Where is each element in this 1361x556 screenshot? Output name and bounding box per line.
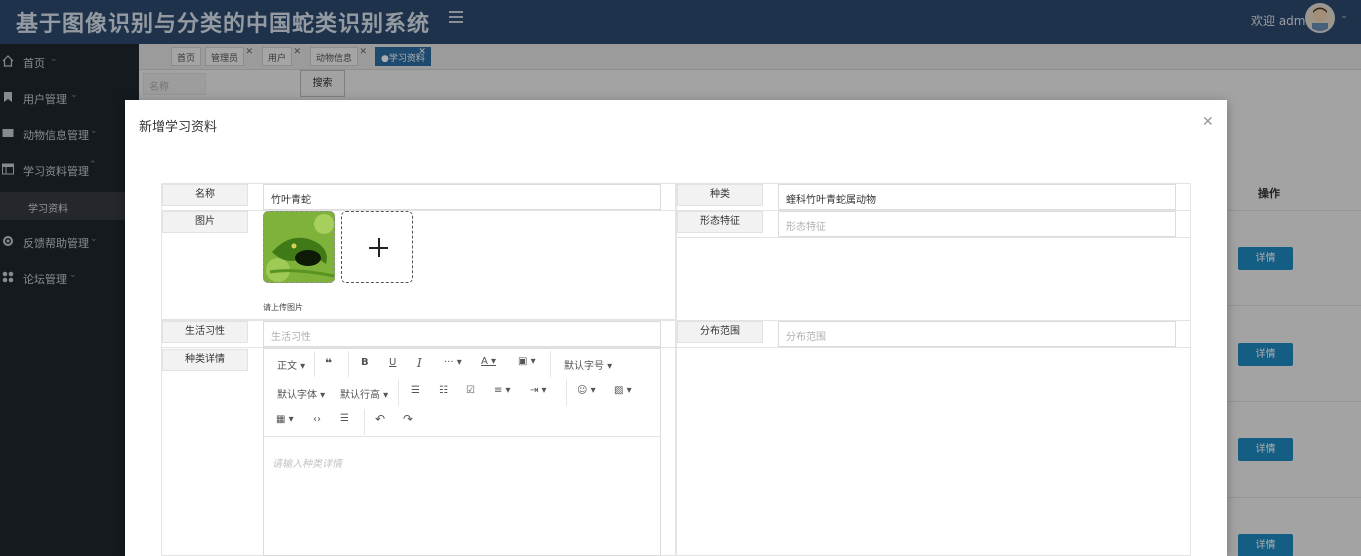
morph-row-frame (676, 210, 1191, 238)
undo-icon[interactable]: ↶ (375, 412, 385, 426)
quote-icon[interactable]: ❝ (325, 356, 332, 370)
line-height-label: 默认行高 (340, 390, 380, 401)
align-icon[interactable]: ≡ ▾ (494, 385, 511, 396)
bold-icon[interactable]: B (361, 357, 369, 368)
species-label: 种类 (677, 184, 763, 206)
bulleted-list-icon[interactable]: ☰ (411, 385, 420, 396)
divider (550, 351, 551, 377)
code-icon[interactable]: ‹› (313, 414, 321, 425)
indent-icon[interactable]: ⇥ ▾ (530, 385, 547, 396)
snake-image[interactable] (263, 211, 335, 283)
paragraph-select[interactable]: 正文 ▾ (277, 357, 305, 372)
paragraph-label: 正文 (277, 361, 297, 372)
image-icon[interactable]: ▨ ▾ (614, 385, 632, 396)
form-right-frame (676, 183, 1191, 556)
underline-icon[interactable]: U (389, 357, 396, 368)
editor-placeholder[interactable]: 请输入种类详情 (272, 455, 342, 470)
more-icon[interactable]: ··· ▾ (444, 357, 462, 368)
name-label: 名称 (162, 184, 248, 206)
image-label: 图片 (162, 211, 248, 233)
font-size-label: 默认字号 (564, 361, 604, 372)
font-color-icon[interactable]: A ▾ (481, 356, 496, 367)
numbered-list-icon[interactable]: ☷ (439, 385, 448, 396)
font-family-select[interactable]: 默认字体 ▾ (277, 386, 325, 401)
dialog-title: 新增学习资料 (139, 120, 218, 135)
plus-icon-stroke (378, 238, 380, 257)
rich-text-editor: 正文 ▾ ❝ B U I ··· ▾ A ▾ ▣ ▾ 默认字号 ▾ 默认字体 ▾… (263, 348, 661, 556)
line-height-select[interactable]: 默认行高 ▾ (340, 386, 388, 401)
divider (566, 380, 567, 406)
background-color-icon[interactable]: ▣ ▾ (518, 356, 536, 367)
species-field[interactable]: 蝰科竹叶青蛇属动物 (778, 184, 1176, 210)
habit-row-frame (161, 320, 1191, 348)
editor-toolbar: 正文 ▾ ❝ B U I ··· ▾ A ▾ ▣ ▾ 默认字号 ▾ 默认字体 ▾… (264, 349, 660, 437)
divider (398, 380, 399, 406)
redo-icon[interactable]: ↷ (403, 412, 413, 426)
table-icon[interactable]: ▦ ▾ (276, 414, 294, 425)
emoji-icon[interactable]: ☺ ▾ (577, 385, 596, 396)
italic-icon[interactable]: I (417, 356, 422, 370)
divider (314, 351, 315, 377)
font-size-select[interactable]: 默认字号 ▾ (564, 357, 612, 372)
upload-image-button[interactable] (341, 211, 413, 283)
divider (364, 409, 365, 435)
name-field[interactable]: 竹叶青蛇 (263, 184, 661, 210)
detail-label: 种类详情 (162, 349, 248, 371)
font-family-label: 默认字体 (277, 390, 317, 401)
close-icon[interactable]: ✕ (1202, 114, 1214, 130)
divider-line-icon[interactable]: ☰ (340, 413, 349, 424)
divider (348, 351, 349, 377)
more-label: ··· (444, 357, 454, 368)
upload-hint: 请上传图片 (263, 303, 303, 312)
todo-checkbox-icon[interactable]: ☑ (466, 385, 475, 396)
